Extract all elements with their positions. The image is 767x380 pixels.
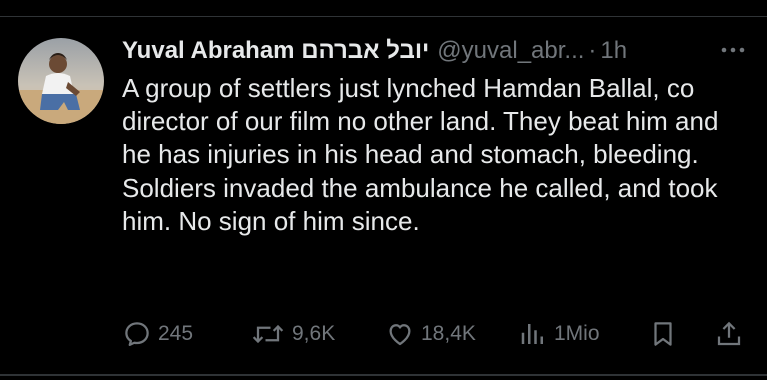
views-button[interactable]: 1Mio [518, 314, 600, 354]
author-name[interactable]: Yuval Abraham יובל אברהם [122, 37, 429, 65]
divider-bottom [0, 374, 767, 376]
views-count: 1Mio [554, 322, 600, 345]
repost-button[interactable]: 9,6K [250, 314, 335, 354]
more-icon [721, 47, 745, 53]
like-button[interactable]: 18,4K [385, 314, 476, 354]
separator-dot: · [588, 37, 597, 64]
timestamp[interactable]: 1h [600, 37, 627, 65]
reply-button[interactable]: 245 [122, 314, 193, 354]
repost-icon [252, 324, 284, 344]
tweet-header: Yuval Abraham יובל אברהם @yuval_abr... ·… [122, 35, 627, 67]
avatar[interactable] [18, 38, 104, 124]
reply-count: 245 [158, 322, 194, 345]
tweet-card[interactable]: Yuval Abraham יובל אברהם @yuval_abr... ·… [0, 0, 767, 380]
bookmark-button[interactable] [648, 314, 678, 354]
reply-icon [125, 322, 149, 346]
like-count: 18,4K [421, 322, 476, 345]
share-icon [717, 321, 741, 346]
profile-photo-icon [18, 38, 104, 124]
action-bar: 245 9,6K 18,4K 1Mio [120, 314, 750, 354]
tweet-text: A group of settlers just lynched Hamdan … [122, 73, 719, 236]
analytics-icon [521, 324, 543, 344]
share-button[interactable] [714, 314, 744, 354]
author-handle[interactable]: @yuval_abr... [437, 37, 584, 65]
heart-icon [389, 324, 411, 346]
bookmark-icon [654, 322, 672, 346]
repost-count: 9,6K [292, 322, 336, 345]
divider-top [0, 16, 767, 17]
more-options-button[interactable] [718, 38, 748, 62]
